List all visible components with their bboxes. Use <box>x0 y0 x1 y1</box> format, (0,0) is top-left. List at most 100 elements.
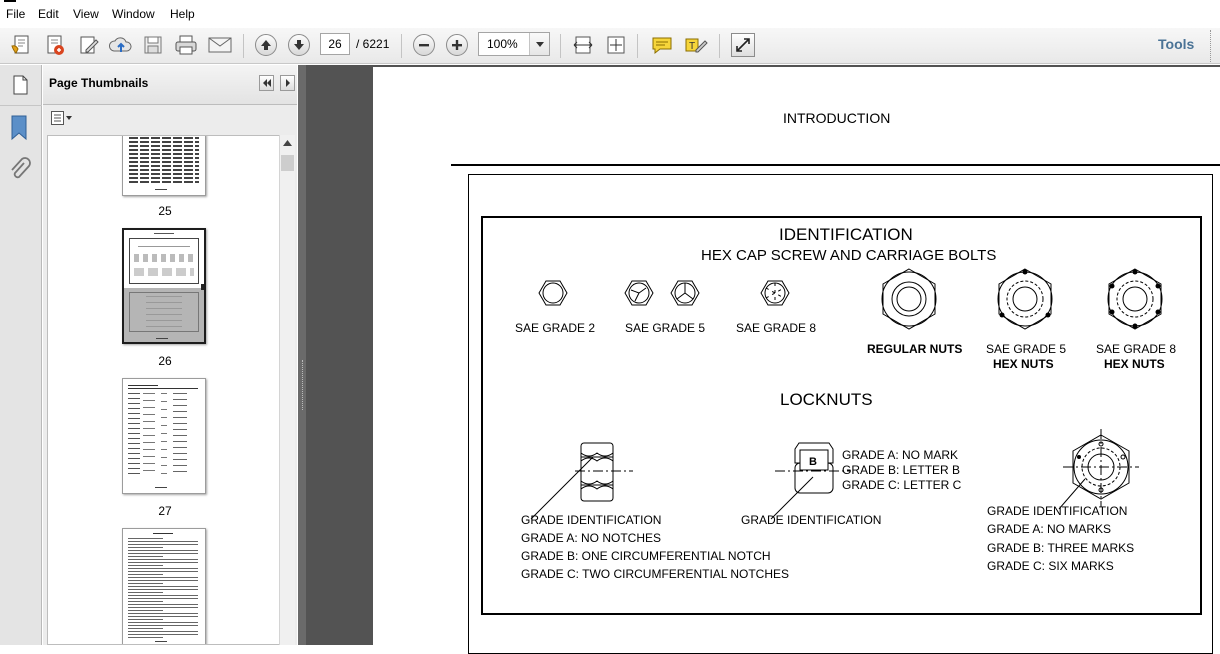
menu-edit[interactable]: Edit <box>38 7 59 21</box>
highlight-button[interactable]: T <box>683 32 709 58</box>
splitter-grip[interactable] <box>302 360 304 410</box>
figure-subtitle: HEX CAP SCREW AND CARRIAGE BOLTS <box>701 247 997 264</box>
grade-5-nut-drawing <box>997 268 1053 330</box>
export-pdf-button[interactable] <box>42 32 68 58</box>
cloud-upload-icon <box>108 37 132 52</box>
thumbnails-panel: Page Thumbnails 25 26 27 <box>43 65 297 645</box>
comment-button[interactable] <box>649 32 675 58</box>
thumbnail-scrollbar[interactable] <box>279 135 295 645</box>
page-count: / 6221 <box>356 37 390 51</box>
toolbar-separator <box>637 34 638 58</box>
thumbnail-label-25: 25 <box>158 204 172 218</box>
regular-nut-drawing <box>881 268 937 330</box>
left-grade-b: GRADE B: ONE CIRCUMFERENTIAL NOTCH <box>521 549 771 563</box>
next-page-icon <box>294 40 304 50</box>
save-button[interactable] <box>140 32 166 58</box>
chevron-down-icon[interactable] <box>529 33 549 55</box>
navigation-pane-strip <box>0 65 42 645</box>
bolt-label-grade-8: SAE GRADE 8 <box>736 321 817 335</box>
chevron-right-icon <box>285 79 290 87</box>
notched-locknut-drawing <box>530 442 633 520</box>
strip-divider <box>0 105 42 106</box>
right-grade-identification: GRADE IDENTIFICATION <box>987 504 1128 518</box>
menu-file[interactable]: File <box>6 7 25 21</box>
chevron-up-icon[interactable] <box>280 135 295 151</box>
zoom-in-button[interactable] <box>444 32 470 58</box>
right-grade-a: GRADE A: NO MARKS <box>987 522 1112 536</box>
toolbar-grip <box>1210 30 1212 62</box>
attachment-icon <box>11 157 31 179</box>
thumbnail-label-26: 26 <box>158 354 172 368</box>
menu-window[interactable]: Window <box>112 7 155 21</box>
print-icon <box>175 35 197 55</box>
thumbnail-label-27: 27 <box>158 504 172 518</box>
toolbar-separator <box>401 34 402 58</box>
expand-panel-button[interactable] <box>280 75 295 91</box>
lettered-locknut-drawing: B <box>770 442 851 520</box>
double-chevron-left-icon <box>262 79 271 87</box>
export-pdf-icon <box>47 35 64 55</box>
zoom-out-button[interactable] <box>411 32 437 58</box>
page-thumbnail-27[interactable] <box>122 378 206 494</box>
zoom-in-icon <box>452 40 462 50</box>
options-menu-icon <box>51 111 72 125</box>
menu-view[interactable]: View <box>73 7 99 21</box>
right-grade-c: GRADE C: SIX MARKS <box>987 559 1114 573</box>
locknut-mark-c: GRADE C: LETTER C <box>842 478 962 492</box>
email-icon <box>208 37 232 53</box>
thumbnail-list[interactable]: 25 26 27 <box>47 135 281 645</box>
page-thumbnail-26[interactable] <box>122 228 206 344</box>
heading-rule <box>451 164 1220 166</box>
fit-width-icon <box>573 36 593 54</box>
marked-locknut-drawing <box>1058 429 1139 510</box>
edit-pdf-button[interactable] <box>76 32 102 58</box>
fit-page-button[interactable] <box>603 32 629 58</box>
zoom-select[interactable]: 100% <box>478 32 550 56</box>
menu-bar: File Edit View Window Help <box>0 0 1220 28</box>
fit-width-button[interactable] <box>570 32 596 58</box>
tools-pane-link[interactable]: Tools <box>1158 36 1194 52</box>
locknuts-title: LOCKNUTS <box>780 390 873 409</box>
middle-grade-identification: GRADE IDENTIFICATION <box>741 513 882 527</box>
comment-icon <box>652 37 672 55</box>
previous-page-button[interactable] <box>253 32 279 58</box>
right-grade-b: GRADE B: THREE MARKS <box>987 541 1135 555</box>
page-heading: INTRODUCTION <box>783 110 891 126</box>
title-bar-fragment <box>4 0 16 2</box>
page-thumbnail-25[interactable] <box>122 136 206 196</box>
zoom-value: 100% <box>487 37 518 51</box>
pane-splitter[interactable] <box>298 65 306 645</box>
grade-8-nut-drawing <box>1107 268 1163 330</box>
sae-grade-8-bolt-drawing <box>760 280 790 306</box>
cloud-upload-button[interactable] <box>108 32 134 58</box>
menu-help[interactable]: Help <box>170 7 195 21</box>
print-button[interactable] <box>173 32 199 58</box>
edit-icon <box>80 36 99 54</box>
fit-page-icon <box>607 36 625 54</box>
highlight-icon: T <box>685 38 708 53</box>
scrollbar-thumb[interactable] <box>281 155 294 171</box>
save-icon <box>144 36 162 54</box>
zoom-out-icon <box>419 44 429 47</box>
pages-panel-button[interactable] <box>8 73 32 100</box>
sae-grade-5-bolt-drawing-a <box>624 280 654 306</box>
email-button[interactable] <box>207 32 233 58</box>
previous-page-icon <box>261 40 271 50</box>
bookmarks-panel-button[interactable] <box>10 115 28 144</box>
nut-label-regular: REGULAR NUTS <box>867 342 963 356</box>
left-grade-a: GRADE A: NO NOTCHES <box>521 531 662 545</box>
figure-title: IDENTIFICATION <box>779 225 913 244</box>
nut-label-grade-5-line1: SAE GRADE 5 <box>986 342 1067 356</box>
next-page-button[interactable] <box>286 32 312 58</box>
page-number-input[interactable] <box>320 33 350 55</box>
attachments-panel-button[interactable] <box>9 157 31 186</box>
create-pdf-button[interactable] <box>8 32 34 58</box>
nut-label-grade-8-line1: SAE GRADE 8 <box>1096 342 1177 356</box>
thumbnail-options-button[interactable] <box>51 111 73 128</box>
hex-nut-drawings <box>881 268 1163 330</box>
page-thumbnail-28[interactable] <box>122 528 206 644</box>
toolbar-separator <box>243 34 244 58</box>
bolt-head-drawings <box>538 280 790 306</box>
collapse-panel-button[interactable] <box>259 75 274 91</box>
expand-button[interactable] <box>730 32 756 58</box>
